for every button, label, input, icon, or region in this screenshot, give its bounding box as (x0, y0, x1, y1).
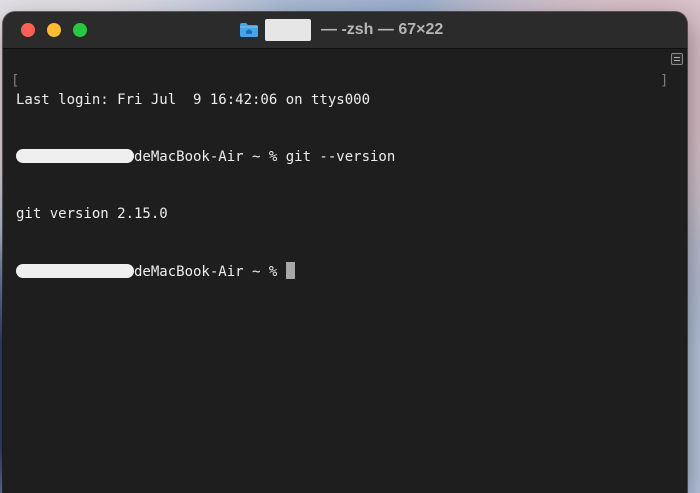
redacted-hostname (16, 264, 134, 278)
scroll-split-icon[interactable] (671, 53, 683, 65)
minimize-button[interactable] (47, 23, 61, 37)
terminal-line[interactable]: deMacBook-Air ~ % (16, 262, 395, 281)
mark-bracket-right: ] (660, 73, 669, 89)
title-text: — -zsh — 67×22 (321, 21, 444, 38)
current-prompt-text: deMacBook-Air ~ % (134, 264, 286, 280)
close-button[interactable] (21, 23, 35, 37)
prompt-command-text: deMacBook-Air ~ % git --version (134, 149, 396, 165)
command-output-text: git version 2.15.0 (16, 206, 168, 222)
redacted-hostname (16, 149, 134, 163)
terminal-content[interactable]: [ ] Last login: Fri Jul 9 16:42:06 on tt… (3, 49, 687, 493)
terminal-line: deMacBook-Air ~ % git --version (16, 148, 395, 167)
folder-home-icon (239, 22, 259, 38)
terminal-line: git version 2.15.0 (16, 205, 395, 224)
window-title: — -zsh — 67×22 (239, 18, 443, 42)
text-cursor (285, 262, 295, 279)
terminal-window[interactable]: — -zsh — 67×22 [ ] Last login: Fri Jul 9… (3, 12, 687, 493)
zoom-button[interactable] (73, 23, 87, 37)
terminal-line: Last login: Fri Jul 9 16:42:06 on ttys00… (16, 91, 395, 110)
title-bar[interactable]: — -zsh — 67×22 (3, 12, 687, 49)
last-login-text: Last login: Fri Jul 9 16:42:06 on ttys00… (16, 92, 371, 108)
redacted-username (265, 19, 311, 41)
terminal-output: Last login: Fri Jul 9 16:42:06 on ttys00… (16, 53, 395, 319)
